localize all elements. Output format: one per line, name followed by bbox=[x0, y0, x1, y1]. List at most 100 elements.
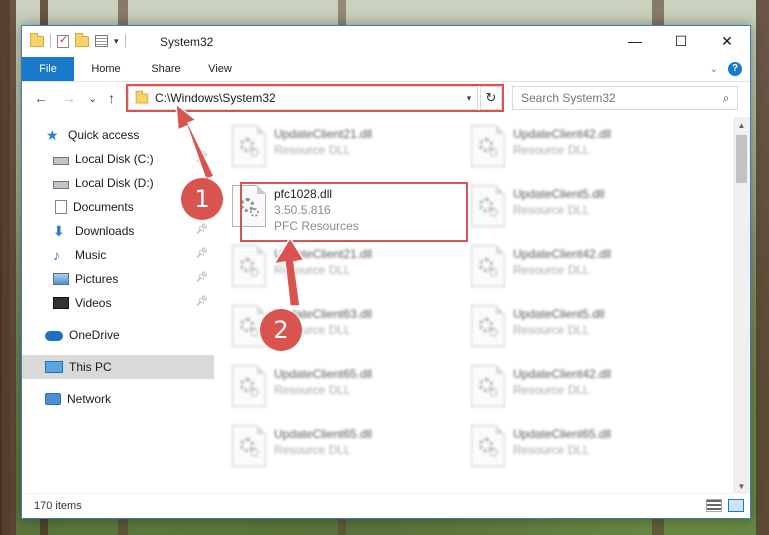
sidebar-item-onedrive[interactable]: OneDrive bbox=[22, 323, 214, 347]
dll-file-icon bbox=[471, 425, 505, 467]
scroll-up-icon[interactable]: ▲ bbox=[733, 117, 750, 134]
file-name: UpdateClient21.dll bbox=[274, 127, 373, 141]
step-2-badge: 2 bbox=[260, 309, 302, 351]
status-bar: 170 items bbox=[22, 493, 750, 518]
file-item[interactable]: UpdateClient42.dll Resource DLL bbox=[465, 363, 695, 413]
customize-toolbar-icon[interactable] bbox=[95, 35, 108, 47]
tab-home[interactable]: Home bbox=[80, 57, 132, 81]
sidebar-item-downloads[interactable]: ⬇ Downloads 📌︎ bbox=[22, 219, 214, 243]
properties-icon[interactable] bbox=[57, 33, 69, 48]
sidebar-item-videos[interactable]: Videos 📌︎ bbox=[22, 291, 214, 315]
file-item[interactable]: UpdateClient65.dll Resource DLL bbox=[465, 423, 695, 473]
file-name: UpdateClient42.dll bbox=[513, 127, 612, 141]
videos-icon bbox=[53, 297, 69, 309]
tab-view[interactable]: View bbox=[194, 57, 246, 81]
pin-icon[interactable]: 📌︎ bbox=[195, 272, 208, 283]
file-name: UpdateClient21.dll bbox=[274, 247, 373, 261]
search-input[interactable] bbox=[521, 91, 715, 105]
dll-file-icon bbox=[471, 185, 505, 227]
sidebar-item-label: Local Disk (C:) bbox=[75, 152, 154, 166]
expand-ribbon-icon[interactable]: ⌄ bbox=[710, 64, 718, 75]
step-1-badge: 1 bbox=[181, 178, 223, 220]
quick-access-star-icon: ★ bbox=[46, 127, 59, 143]
window-title: System32 bbox=[160, 35, 214, 49]
file-name: UpdateClient65.dll bbox=[274, 367, 373, 381]
scroll-thumb[interactable] bbox=[736, 135, 747, 183]
details-view-icon[interactable] bbox=[706, 499, 722, 512]
file-detail: Resource DLL bbox=[513, 443, 590, 457]
file-detail: Resource DLL bbox=[274, 443, 351, 457]
drive-icon bbox=[53, 156, 69, 165]
help-icon[interactable]: ? bbox=[728, 62, 742, 76]
tab-share[interactable]: Share bbox=[140, 57, 192, 81]
tab-file[interactable]: File bbox=[22, 57, 74, 81]
tiles-view-icon[interactable] bbox=[728, 499, 744, 512]
file-detail: Resource DLL bbox=[513, 143, 590, 157]
file-detail: Resource DLL bbox=[513, 383, 590, 397]
sidebar-item-pictures[interactable]: Pictures 📌︎ bbox=[22, 267, 214, 291]
sidebar-item-music[interactable]: ♪ Music 📌︎ bbox=[22, 243, 214, 267]
item-count: 170 items bbox=[34, 500, 82, 512]
sidebar-item-quick-access[interactable]: ★ Quick access bbox=[22, 123, 214, 147]
close-button[interactable]: ✕ bbox=[704, 26, 750, 56]
dll-file-icon bbox=[471, 305, 505, 347]
file-item[interactable]: UpdateClient21.dll Resource DLL bbox=[226, 243, 456, 293]
file-name: UpdateClient65.dll bbox=[274, 427, 373, 441]
sidebar-item-label: Network bbox=[67, 392, 112, 406]
file-name: UpdateClient42.dll bbox=[513, 367, 612, 381]
pin-icon[interactable]: 📌︎ bbox=[195, 224, 208, 235]
sidebar-item-label: Quick access bbox=[68, 128, 140, 142]
this-pc-icon bbox=[45, 361, 63, 373]
search-box[interactable]: ⌕ bbox=[512, 86, 738, 110]
sidebar-item-label: Music bbox=[75, 248, 107, 262]
recent-locations-button[interactable]: ⌄ bbox=[88, 92, 97, 105]
file-item[interactable]: UpdateClient65.dll Resource DLL bbox=[226, 363, 456, 413]
network-icon bbox=[45, 393, 61, 405]
downloads-icon: ⬇ bbox=[53, 223, 65, 239]
navigation-pane: ★ Quick access Local Disk (C:) 📌︎ Local … bbox=[22, 117, 214, 495]
pin-icon[interactable]: 📌︎ bbox=[195, 152, 208, 163]
forward-button[interactable]: → bbox=[62, 90, 76, 106]
sidebar-item-label: Pictures bbox=[75, 272, 119, 286]
dll-file-icon bbox=[471, 365, 505, 407]
sidebar-item-network[interactable]: Network bbox=[22, 387, 214, 411]
file-name: UpdateClient42.dll bbox=[513, 247, 612, 261]
sidebar-item-this-pc[interactable]: This PC bbox=[22, 355, 214, 379]
file-item[interactable]: UpdateClient21.dll Resource DLL bbox=[226, 123, 456, 173]
search-icon[interactable]: ⌕ bbox=[715, 91, 737, 106]
dll-file-icon bbox=[471, 245, 505, 287]
documents-icon bbox=[55, 200, 67, 214]
minimize-button[interactable]: — bbox=[612, 26, 658, 56]
dll-file-icon bbox=[471, 125, 505, 167]
toolbar-dropdown-icon[interactable]: ▾ bbox=[114, 36, 119, 47]
sidebar-item-label: OneDrive bbox=[69, 328, 120, 342]
file-item[interactable]: UpdateClient65.dll Resource DLL bbox=[226, 423, 456, 473]
folder-icon[interactable] bbox=[30, 32, 44, 47]
address-highlight-box bbox=[126, 84, 504, 112]
file-item[interactable]: UpdateClient42.dll Resource DLL bbox=[465, 123, 695, 173]
sidebar-item-label: Videos bbox=[75, 296, 112, 310]
file-explorer-window: ▾ System32 — ☐ ✕ File Home Share View ⌄ … bbox=[21, 25, 751, 519]
file-item[interactable]: UpdateClient5.dll Resource DLL bbox=[465, 303, 695, 353]
dll-file-icon bbox=[232, 365, 266, 407]
sidebar-item-label: Documents bbox=[73, 200, 134, 214]
file-item[interactable]: UpdateClient5.dll Resource DLL bbox=[465, 183, 695, 233]
up-button[interactable]: ↑ bbox=[108, 90, 115, 106]
music-icon: ♪ bbox=[53, 247, 60, 263]
file-detail: Resource DLL bbox=[274, 383, 351, 397]
drive-icon bbox=[53, 180, 69, 189]
file-name: UpdateClient5.dll bbox=[513, 307, 605, 321]
sidebar-item-local-disk-c[interactable]: Local Disk (C:) 📌︎ bbox=[22, 147, 214, 171]
file-detail: Resource DLL bbox=[274, 143, 351, 157]
file-detail: Resource DLL bbox=[513, 263, 590, 277]
vertical-scrollbar[interactable]: ▲ ▼ bbox=[733, 117, 750, 495]
file-item[interactable]: UpdateClient42.dll Resource DLL bbox=[465, 243, 695, 293]
dll-file-icon bbox=[232, 245, 266, 287]
new-folder-icon[interactable] bbox=[75, 32, 89, 47]
pin-icon[interactable]: 📌︎ bbox=[195, 296, 208, 307]
back-button[interactable]: ← bbox=[34, 90, 48, 106]
file-name: UpdateClient5.dll bbox=[513, 187, 605, 201]
maximize-button[interactable]: ☐ bbox=[658, 26, 704, 56]
pin-icon[interactable]: 📌︎ bbox=[195, 248, 208, 259]
quick-access-toolbar: ▾ bbox=[30, 32, 126, 48]
